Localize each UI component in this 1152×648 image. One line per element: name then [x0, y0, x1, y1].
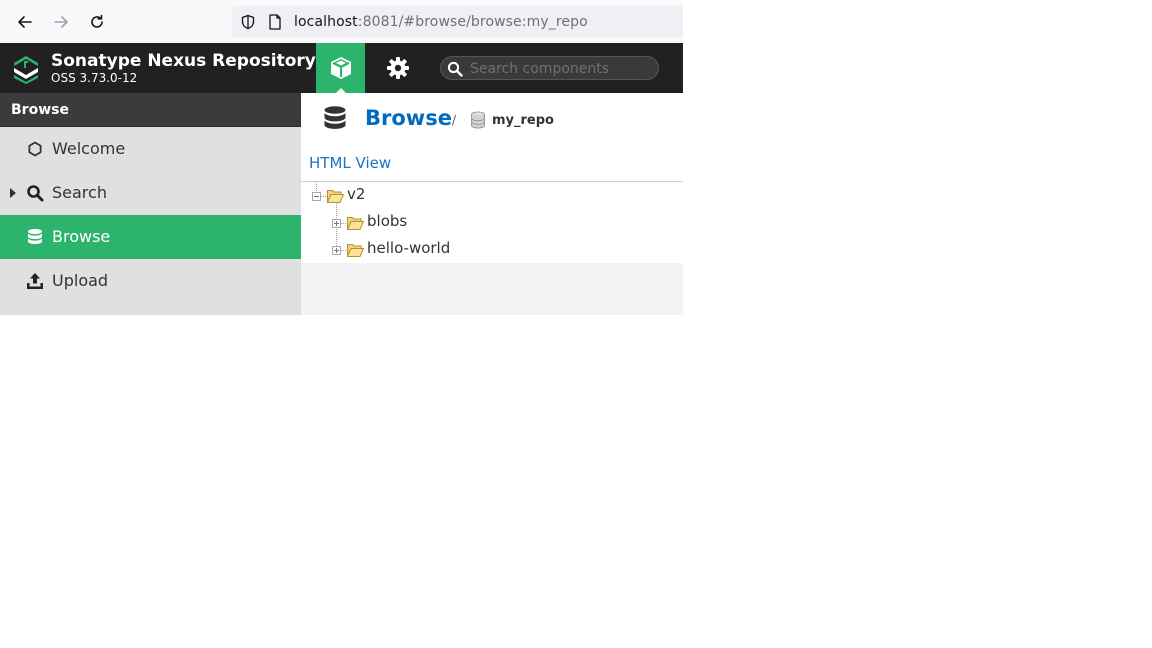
- breadcrumb-repo-name: my_repo: [492, 113, 554, 128]
- url-path: :8081/#browse/browse:my_repo: [357, 14, 588, 30]
- breadcrumb-separator: /: [452, 113, 457, 127]
- sidebar: Browse Welcome Search Browse Upload: [0, 93, 301, 315]
- app-version: OSS 3.73.0-12: [51, 71, 138, 85]
- expand-toggle-icon[interactable]: [332, 219, 341, 228]
- tree-node-hello-world[interactable]: hello-world: [301, 236, 683, 263]
- expand-toggle-icon[interactable]: [332, 246, 341, 255]
- app-header: Sonatype Nexus Repository OSS 3.73.0-12: [0, 43, 683, 94]
- search-icon: [26, 184, 44, 202]
- sidebar-item-label: Upload: [52, 271, 109, 290]
- shield-icon: [241, 14, 255, 30]
- url-text[interactable]: localhost:8081/#browse/browse:my_repo: [294, 14, 588, 30]
- reload-icon: [91, 14, 103, 28]
- sidebar-item-label: Search: [52, 183, 107, 202]
- sidebar-item-browse[interactable]: Browse: [0, 215, 301, 259]
- tree-node-label[interactable]: v2: [347, 185, 365, 203]
- database-icon: [26, 228, 44, 246]
- cube-icon: [330, 57, 351, 79]
- html-view-bar: HTML View: [301, 149, 683, 182]
- sidebar-item-welcome[interactable]: Welcome: [0, 127, 301, 171]
- sidebar-item-upload[interactable]: Upload: [0, 259, 301, 303]
- gear-icon: [386, 57, 409, 79]
- forward-button[interactable]: [49, 10, 73, 34]
- address-bar[interactable]: localhost:8081/#browse/browse:my_repo: [232, 6, 683, 38]
- url-host: localhost: [294, 14, 358, 30]
- repository-tree: v2 blobs hello-world: [301, 182, 683, 263]
- database-icon: [324, 106, 346, 129]
- html-view-link[interactable]: HTML View: [309, 154, 391, 172]
- sidebar-heading: Browse: [0, 93, 301, 127]
- sidebar-item-label: Welcome: [52, 139, 126, 158]
- page-icon: [269, 14, 281, 30]
- tree-node-label[interactable]: blobs: [367, 212, 407, 230]
- search-components-input[interactable]: [468, 57, 657, 81]
- breadcrumb: Browse / my_repo: [301, 93, 683, 149]
- nexus-logo-icon: [14, 56, 38, 84]
- sidebar-item-search[interactable]: Search: [0, 171, 301, 215]
- tree-node-blobs[interactable]: blobs: [301, 209, 683, 236]
- administration-button[interactable]: [373, 43, 422, 93]
- repository-icon: [471, 111, 485, 129]
- tree-node-v2[interactable]: v2: [301, 182, 683, 209]
- main-panel: Browse / my_repo HTML View v2 blobs hell…: [301, 93, 683, 315]
- expand-arrow-icon[interactable]: [10, 188, 16, 198]
- component-search[interactable]: [440, 56, 659, 81]
- browser-toolbar: localhost:8081/#browse/browse:my_repo: [0, 0, 683, 43]
- tree-node-label[interactable]: hello-world: [367, 239, 450, 257]
- app-title: Sonatype Nexus Repository: [51, 51, 316, 71]
- upload-icon: [26, 272, 44, 290]
- back-button[interactable]: [13, 10, 37, 34]
- browse-mode-button[interactable]: [316, 43, 365, 94]
- app-frame: localhost:8081/#browse/browse:my_repo So…: [0, 0, 683, 315]
- hexagon-icon: [26, 140, 44, 158]
- forward-arrow-icon: [54, 16, 68, 28]
- search-icon: [447, 61, 463, 77]
- collapse-toggle-icon[interactable]: [312, 192, 321, 201]
- breadcrumb-browse-link[interactable]: Browse: [365, 106, 452, 130]
- sidebar-item-label: Browse: [52, 227, 111, 246]
- folder-open-icon: [347, 244, 364, 257]
- reload-button[interactable]: [85, 10, 109, 34]
- back-arrow-icon: [18, 16, 32, 28]
- folder-open-icon: [327, 190, 344, 203]
- folder-open-icon: [347, 217, 364, 230]
